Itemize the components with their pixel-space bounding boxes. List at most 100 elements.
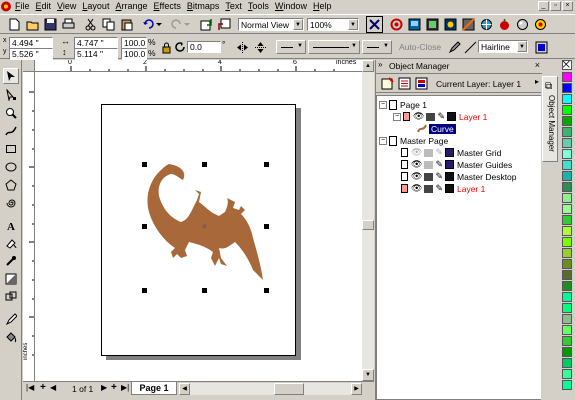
tab-object-manager[interactable]: ⧉ Object Manager	[542, 76, 558, 162]
color-swatch[interactable]	[562, 248, 572, 258]
collapse-icon[interactable]: −	[393, 112, 401, 121]
scroll-left-icon[interactable]: ◀	[179, 383, 190, 395]
corel-app-icon[interactable]	[388, 16, 405, 33]
ruler-origin[interactable]	[23, 60, 35, 72]
tree-node-master-layer[interactable]: 👁 ✎ Master Desktop	[401, 171, 517, 182]
color-swatch[interactable]	[562, 314, 572, 324]
menu-window[interactable]: Window	[272, 0, 310, 12]
corel-capture-icon[interactable]	[442, 16, 459, 33]
horizontal-scrollbar[interactable]: ◀ ▶	[179, 383, 362, 395]
auto-close-button[interactable]: Auto-Close	[399, 42, 441, 52]
menu-help[interactable]: Help	[310, 0, 335, 12]
chevron-down-icon[interactable]: ▼	[351, 43, 357, 49]
open-icon[interactable]	[24, 16, 41, 33]
first-page-icon[interactable]: |◀	[26, 383, 34, 392]
layer-color-swatch[interactable]	[444, 160, 454, 169]
vertical-scrollbar[interactable]: ▲ ▼	[362, 60, 374, 381]
selection-handle[interactable]	[142, 288, 147, 293]
last-page-icon[interactable]: ▶|	[121, 383, 129, 392]
eye-icon[interactable]: 👁	[411, 159, 422, 170]
new-icon[interactable]	[6, 16, 23, 33]
tree-node-master-layer[interactable]: 👁 ✎ Master Grid	[401, 147, 501, 158]
color-swatch[interactable]	[562, 193, 572, 203]
chevron-down-icon[interactable]: ▼	[297, 43, 303, 49]
color-swatch[interactable]	[562, 336, 572, 346]
selection-handle[interactable]	[202, 162, 207, 167]
layer-color-swatch[interactable]	[444, 148, 454, 157]
color-swatch[interactable]	[562, 358, 572, 368]
application-launcher-icon[interactable]	[406, 16, 423, 33]
close-icon[interactable]: ×	[562, 1, 573, 11]
outline-tool-icon[interactable]	[3, 311, 19, 327]
export-icon[interactable]	[216, 16, 233, 33]
line-style-select[interactable]: ▼	[308, 40, 360, 54]
paste-icon[interactable]	[118, 16, 135, 33]
layer-color-swatch[interactable]	[444, 172, 454, 181]
color-swatch[interactable]	[562, 204, 572, 214]
scroll-up-icon[interactable]: ▲	[362, 60, 374, 72]
printer-icon[interactable]	[424, 172, 434, 181]
freehand-tool-icon[interactable]	[3, 123, 19, 139]
expand-docker-icon[interactable]: »	[378, 60, 382, 69]
zoom-select[interactable]: 100% ▼	[307, 18, 359, 31]
ellipse-tool-icon[interactable]	[3, 159, 19, 175]
menu-bitmaps[interactable]: Bitmaps	[184, 0, 223, 12]
printer-icon[interactable]	[424, 184, 434, 193]
vertical-ruler[interactable]: inches	[23, 72, 35, 381]
menu-view[interactable]: View	[54, 0, 79, 12]
color-swatch[interactable]	[562, 303, 572, 313]
add-page-after-icon[interactable]: +	[111, 382, 117, 393]
selection-handle[interactable]	[202, 288, 207, 293]
tree-node-object[interactable]: Curve	[417, 123, 456, 134]
color-swatch[interactable]	[562, 160, 572, 170]
color-swatch[interactable]	[562, 380, 572, 390]
transparency-tool-icon[interactable]	[3, 271, 19, 287]
blend-tool-icon[interactable]	[3, 289, 19, 305]
lizard-curve[interactable]	[135, 162, 265, 297]
menu-tools[interactable]: Tools	[245, 0, 272, 12]
tree-node-page[interactable]: − Page 1	[379, 99, 427, 110]
fill-tool-icon[interactable]	[3, 329, 19, 345]
eye-icon[interactable]: 👁	[411, 171, 422, 182]
pencil-icon[interactable]: ✎	[435, 147, 443, 158]
save-icon[interactable]	[42, 16, 59, 33]
lock-ratio-icon[interactable]	[159, 39, 173, 56]
tree-node-layer[interactable]: − 👁 ✎ Layer 1	[393, 111, 487, 122]
color-swatch[interactable]	[562, 83, 572, 93]
rectangle-tool-icon[interactable]	[3, 141, 19, 157]
menu-text[interactable]: Text	[222, 0, 245, 12]
corel-color-icon[interactable]	[532, 16, 549, 33]
redo-dropdown-icon[interactable]	[183, 16, 191, 33]
prev-page-icon[interactable]: ◀	[50, 383, 56, 392]
corel-fruit-icon[interactable]	[496, 16, 513, 33]
menu-effects[interactable]: Effects	[150, 0, 183, 12]
menu-arrange[interactable]: Arrange	[112, 0, 150, 12]
color-swatch[interactable]	[562, 369, 572, 379]
rotation-field[interactable]: 0.0	[187, 41, 221, 53]
spiral-tool-icon[interactable]	[3, 195, 19, 211]
zoom-fit-icon[interactable]	[366, 16, 383, 33]
polygon-tool-icon[interactable]	[3, 177, 19, 193]
view-mode-select[interactable]: Normal View ▼	[238, 18, 304, 31]
minimize-icon[interactable]: _	[538, 1, 549, 11]
selection-handle[interactable]	[142, 224, 147, 229]
printer-icon[interactable]	[426, 112, 436, 121]
outline-width-select[interactable]: Hairline ▼	[478, 40, 528, 53]
pen-icon[interactable]	[446, 39, 463, 56]
eye-icon[interactable]: 👁	[411, 183, 422, 194]
color-swatch[interactable]	[562, 325, 572, 335]
eye-icon[interactable]: 👁	[413, 111, 424, 122]
show-properties-icon[interactable]	[396, 75, 413, 92]
menu-layout[interactable]: Layout	[79, 0, 112, 12]
restore-icon[interactable]: ▫	[550, 1, 561, 11]
to-front-icon[interactable]	[533, 39, 550, 56]
color-swatch[interactable]	[562, 292, 572, 302]
color-swatch[interactable]	[562, 237, 572, 247]
new-layer-icon[interactable]	[379, 75, 396, 92]
scale-y-field[interactable]: 100.0	[121, 48, 147, 60]
selection-handle[interactable]	[264, 224, 269, 229]
corel-dream3d-icon[interactable]	[514, 16, 531, 33]
text-tool-icon[interactable]: A	[3, 217, 19, 233]
chevron-down-icon[interactable]: ▼	[348, 19, 358, 30]
color-swatch[interactable]	[562, 138, 572, 148]
